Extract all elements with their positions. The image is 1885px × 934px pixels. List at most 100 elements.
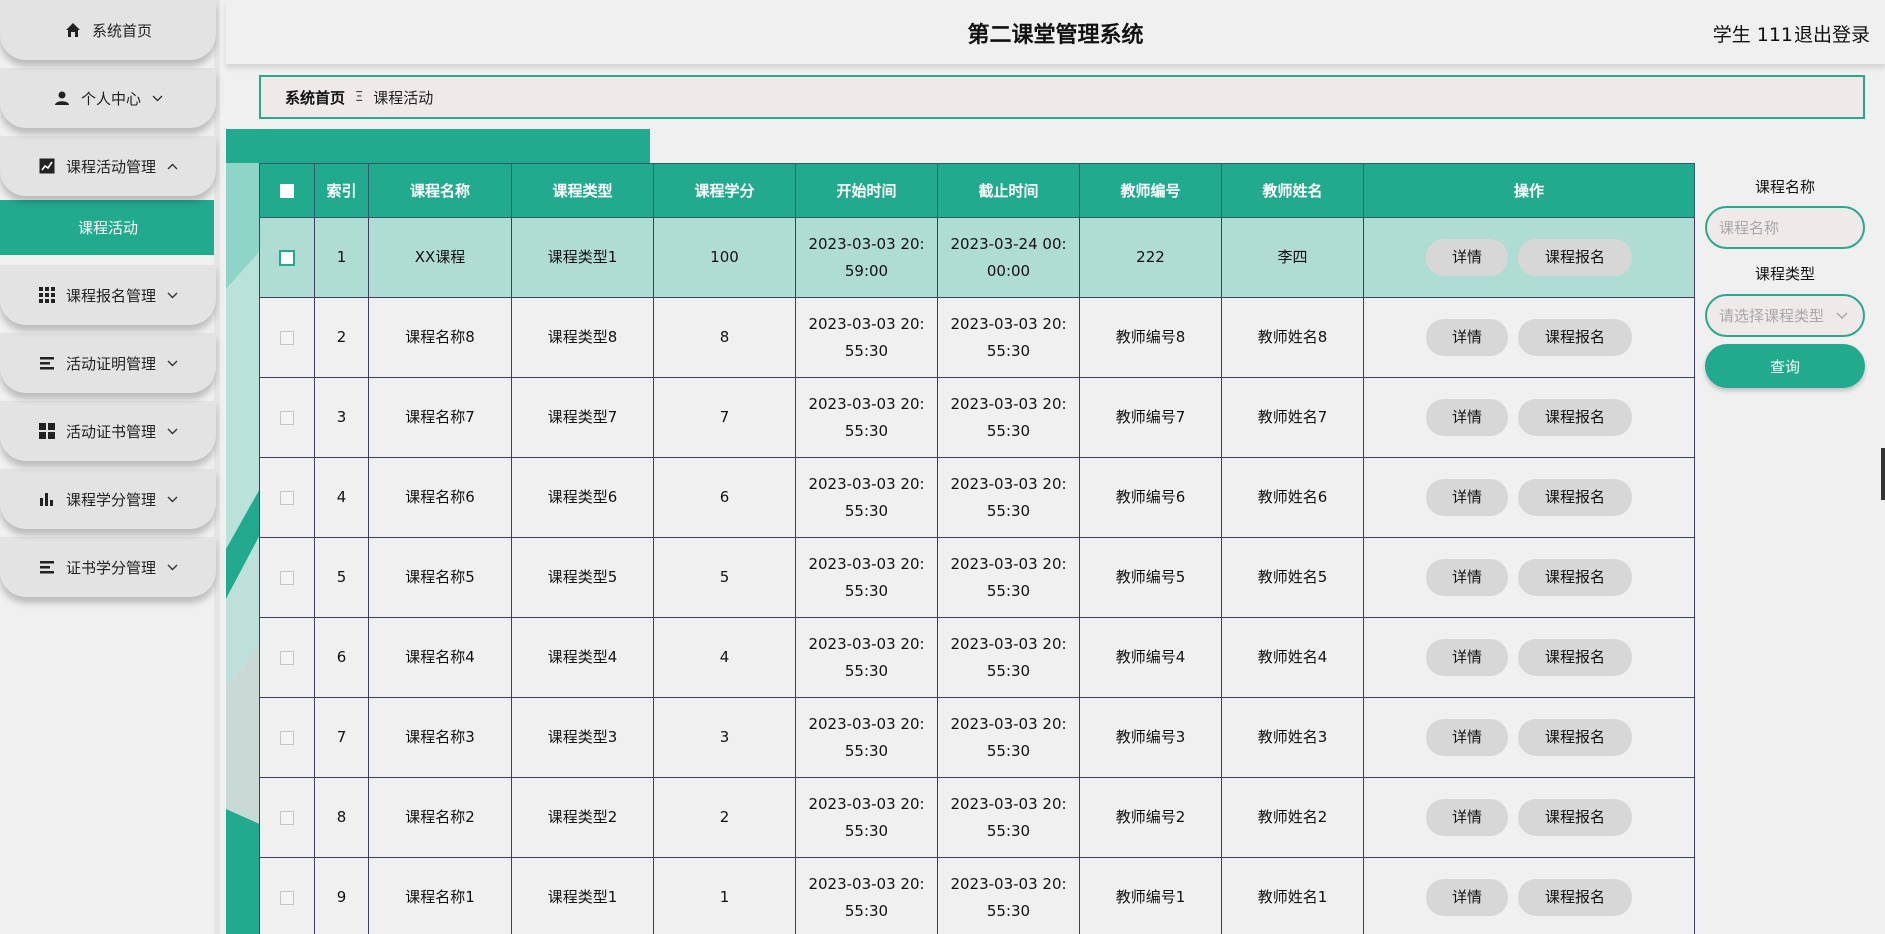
detail-button[interactable]: 详情 (1426, 319, 1508, 356)
detail-button[interactable]: 详情 (1426, 559, 1508, 596)
sidebar-item-label: 个人中心 (80, 89, 141, 108)
table-row[interactable]: 8 课程名称2 课程类型2 2 2023-03-03 20:55:30 2023-03-0… (259, 777, 1695, 858)
sidebar-item[interactable]: 活动证书管理 (0, 401, 216, 461)
detail-button[interactable]: 详情 (1426, 479, 1508, 516)
detail-button[interactable]: 详情 (1426, 879, 1508, 916)
start-time-cell: 2023-03-03 20:59:00 (795, 217, 938, 298)
course-name-cell: 课程名称1 (368, 857, 512, 934)
table-row[interactable]: 5 课程名称5 课程类型5 5 2023-03-03 20:55:30 2023-03-0… (259, 537, 1695, 618)
row-checkbox[interactable] (280, 490, 294, 505)
course-name-box (1705, 206, 1865, 249)
course-type-cell: 课程类型3 (511, 697, 654, 778)
table-row[interactable]: 9 课程名称1 课程类型1 1 2023-03-03 20:55:30 2023-03-0… (259, 857, 1695, 934)
sidebar-item[interactable]: 课程学分管理 (0, 469, 216, 529)
row-checkbox[interactable] (280, 810, 294, 825)
tiles-icon (38, 422, 56, 440)
table-row[interactable]: 1 XX课程 课程类型1 100 2023-03-03 20:59:00 2023-03-… (259, 217, 1695, 298)
chevron-down-icon (166, 289, 178, 301)
row-checkbox[interactable] (280, 330, 294, 345)
enroll-button[interactable]: 课程报名 (1518, 319, 1632, 356)
table-row[interactable]: 3 课程名称7 课程类型7 7 2023-03-03 20:55:30 2023-03-0… (259, 377, 1695, 458)
row-checkbox[interactable] (280, 570, 294, 585)
detail-button[interactable]: 详情 (1426, 639, 1508, 676)
app-title: 第二课堂管理系统 (967, 23, 1144, 48)
page-scrollbar[interactable] (1881, 448, 1885, 500)
detail-button[interactable]: 详情 (1426, 399, 1508, 436)
header: 第二课堂管理系统 学生 111 退出登录 (226, 0, 1885, 64)
course-credit-cell: 5 (653, 537, 796, 618)
list-icon (38, 354, 56, 372)
detail-button[interactable]: 详情 (1426, 239, 1508, 276)
row-checkbox[interactable] (280, 890, 294, 905)
sidebar-item-label: 系统首页 (91, 21, 152, 40)
table-row[interactable]: 7 课程名称3 课程类型3 3 2023-03-03 20:55:30 2023-03-0… (259, 697, 1695, 778)
enroll-button[interactable]: 课程报名 (1518, 399, 1632, 436)
chevron-down-icon (166, 561, 178, 573)
course-credit-cell: 100 (653, 217, 796, 298)
user-icon (53, 89, 71, 107)
detail-button[interactable]: 详情 (1426, 719, 1508, 756)
end-time-cell: 2023-03-24 00:00:00 (937, 217, 1080, 298)
row-index-cell: 9 (314, 857, 369, 934)
logout-link[interactable]: 退出登录 (1794, 20, 1870, 47)
sidebar-item[interactable]: 证书学分管理 (0, 537, 216, 597)
detail-button[interactable]: 详情 (1426, 799, 1508, 836)
row-checkbox[interactable] (279, 249, 295, 266)
teacher-no-cell: 教师编号8 (1079, 297, 1222, 378)
end-time-cell: 2023-03-03 20:55:30 (937, 857, 1080, 934)
list-icon (38, 558, 56, 576)
teacher-name-cell: 教师姓名5 (1221, 537, 1364, 618)
enroll-button[interactable]: 课程报名 (1518, 479, 1632, 516)
chevron-down-icon (166, 357, 178, 369)
column-header: 教师姓名 (1221, 163, 1364, 218)
breadcrumb-separator: Ξ (355, 89, 364, 105)
chevron-down-icon (1836, 311, 1848, 320)
start-time-cell: 2023-03-03 20:55:30 (795, 777, 938, 858)
enroll-button[interactable]: 课程报名 (1518, 559, 1632, 596)
sidebar-item[interactable]: 课程活动管理 (0, 136, 216, 196)
end-time-cell: 2023-03-03 20:55:30 (937, 457, 1080, 538)
sidebar-item[interactable]: 活动证明管理 (0, 333, 216, 393)
course-type-label: 课程类型 (1754, 265, 1815, 283)
table-row[interactable]: 4 课程名称6 课程类型6 6 2023-03-03 20:55:30 2023-03-0… (259, 457, 1695, 538)
actions-cell: 详情 课程报名 (1363, 697, 1695, 778)
start-time-cell: 2023-03-03 20:55:30 (795, 377, 938, 458)
enroll-button[interactable]: 课程报名 (1518, 239, 1632, 276)
course-type-cell: 课程类型5 (511, 537, 654, 618)
enroll-button[interactable]: 课程报名 (1518, 639, 1632, 676)
course-name-cell: 课程名称7 (368, 377, 512, 458)
row-checkbox[interactable] (280, 730, 294, 745)
sidebar-item[interactable]: 系统首页 (0, 0, 216, 60)
actions-cell: 详情 课程报名 (1363, 457, 1695, 538)
end-time-cell: 2023-03-03 20:55:30 (937, 777, 1080, 858)
course-type-select[interactable]: 请选择课程类型 (1705, 294, 1865, 337)
sidebar-subitem-course-activity[interactable]: 课程活动 (0, 200, 216, 255)
teacher-name-cell: 教师姓名8 (1221, 297, 1364, 378)
row-checkbox[interactable] (280, 650, 294, 665)
teacher-no-cell: 教师编号5 (1079, 537, 1222, 618)
course-type-cell: 课程类型7 (511, 377, 654, 458)
row-select-cell (259, 297, 315, 378)
user-label: 学生 111 (1712, 24, 1793, 46)
chevron-down-icon (166, 493, 178, 505)
query-button[interactable]: 查询 (1705, 344, 1865, 388)
course-name-input[interactable] (1719, 218, 1839, 237)
sidebar-item-label: 活动证书管理 (65, 422, 156, 441)
breadcrumb-home[interactable]: 系统首页 (285, 87, 345, 108)
table-row[interactable]: 6 课程名称4 课程类型4 4 2023-03-03 20:55:30 2023-03-0… (259, 617, 1695, 698)
table-row[interactable]: 2 课程名称8 课程类型8 8 2023-03-03 20:55:30 2023-03-0… (259, 297, 1695, 378)
row-select-cell (259, 537, 315, 618)
sidebar-item[interactable]: 个人中心 (0, 68, 216, 128)
teacher-name-cell: 李四 (1221, 217, 1364, 298)
sidebar-item[interactable]: 课程报名管理 (0, 265, 216, 325)
course-name-cell: 课程名称3 (368, 697, 512, 778)
row-checkbox[interactable] (280, 410, 294, 425)
course-name-cell: 课程名称6 (368, 457, 512, 538)
select-all-checkbox[interactable] (280, 184, 294, 198)
teacher-name-cell: 教师姓名1 (1221, 857, 1364, 934)
enroll-button[interactable]: 课程报名 (1518, 719, 1632, 756)
enroll-button[interactable]: 课程报名 (1518, 799, 1632, 836)
decorative-tab (226, 129, 650, 163)
enroll-button[interactable]: 课程报名 (1518, 879, 1632, 916)
sidebar: 课程活动 系统首页个人中心课程活动管理 课程报名管理 活动证明管理活动证书管理课程学… (0, 0, 220, 934)
